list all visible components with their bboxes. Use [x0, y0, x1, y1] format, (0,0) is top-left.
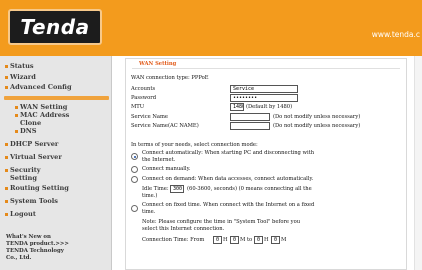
- note-text: Note: Please configure the time in "Syst…: [142, 219, 301, 225]
- sidebar-item-system-tools[interactable]: System Tools: [10, 197, 58, 205]
- bullet-icon: [5, 76, 8, 79]
- hour-unit-label-2: H: [264, 237, 269, 243]
- sidebar-item-dns[interactable]: DNS: [20, 127, 37, 135]
- idle-time-label: Idle Time:: [142, 186, 169, 192]
- password-label: Password: [131, 95, 157, 101]
- company-suffix: Co., Ltd.: [6, 255, 32, 261]
- mode-auto-radio[interactable]: [131, 153, 138, 160]
- ac-name-label: Service Name(AC NAME): [131, 123, 199, 129]
- sidebar-item-dhcp-server[interactable]: DHCP Server: [10, 140, 58, 148]
- bullet-icon: [5, 200, 8, 203]
- sidebar-item-mac-clone[interactable]: Clone: [20, 119, 41, 127]
- mode-manual-radio[interactable]: [131, 166, 138, 173]
- sidebar-item-security[interactable]: Security: [10, 166, 41, 174]
- mode-fixed-time-radio[interactable]: [131, 205, 138, 212]
- connection-time-label: Connection Time: From: [142, 237, 205, 243]
- minute-unit-label: M: [281, 237, 287, 243]
- bullet-icon: [5, 169, 8, 172]
- end-hour-input[interactable]: 0: [254, 236, 263, 244]
- service-name-hint: (Do not modify unless necessary): [273, 114, 361, 120]
- bullet-icon: [15, 130, 18, 133]
- wan-setting-panel: WAN Setting WAN connection type: PPPoE A…: [125, 58, 407, 270]
- minute-to-label: M to: [240, 237, 253, 243]
- mtu-label: MTU: [131, 104, 145, 110]
- bullet-icon: [15, 114, 18, 117]
- idle-time-input[interactable]: 300: [170, 185, 184, 193]
- ac-name-input[interactable]: [230, 122, 270, 130]
- note-text-cont: select this Internet connection.: [142, 226, 225, 232]
- start-minute-input[interactable]: 0: [230, 236, 239, 244]
- connection-mode-prompt: In terms of your needs, select connectio…: [131, 142, 258, 148]
- sidebar: Status Wizard Advanced Config WAN Settin…: [0, 56, 112, 270]
- hour-unit-label: H: [223, 237, 228, 243]
- bullet-icon: [15, 106, 18, 109]
- sidebar-item-advanced-config[interactable]: Advanced Config: [10, 83, 72, 91]
- mode-auto-label-cont: the Internet.: [142, 157, 176, 163]
- bullet-icon: [5, 86, 8, 89]
- sidebar-item-routing-setting[interactable]: Routing Setting: [10, 184, 69, 192]
- header-bar: Tenda www.tenda.c: [0, 0, 422, 56]
- mtu-hint: (Default by 1480): [246, 104, 293, 110]
- sidebar-item-mac-address[interactable]: MAC Address: [20, 111, 69, 119]
- company-name: TENDA Technology: [6, 248, 64, 254]
- idle-time-hint: (60-3600, seconds) (0 means connecting a…: [187, 186, 312, 192]
- title-divider: [132, 68, 400, 69]
- sidebar-item-virtual-server[interactable]: Virtual Server: [10, 153, 62, 161]
- scrollbar[interactable]: [414, 56, 422, 270]
- mtu-input[interactable]: 1480: [230, 103, 244, 111]
- sidebar-item-status[interactable]: Status: [10, 62, 34, 70]
- bullet-icon: [5, 187, 8, 190]
- mode-fixed-time-label-cont: time.: [142, 209, 156, 215]
- accounts-label: Accounts: [131, 86, 156, 92]
- whats-new-link[interactable]: What's New on: [6, 234, 106, 241]
- sidebar-item-wan-setting[interactable]: WAN Setting: [20, 103, 67, 111]
- sidebar-item-wizard[interactable]: Wizard: [10, 73, 36, 81]
- bullet-icon: [5, 156, 8, 159]
- password-input[interactable]: ••••••••: [230, 94, 298, 102]
- site-url-link[interactable]: www.tenda.c: [372, 30, 420, 39]
- mode-auto-label: Connect automatically: When starting PC …: [142, 150, 315, 156]
- mode-on-demand-label: Connect on demand: When data accesses, c…: [142, 176, 314, 182]
- ac-name-hint: (Do not modify unless necessary): [273, 123, 361, 129]
- sidebar-item-security-setting[interactable]: Setting: [10, 174, 37, 182]
- start-hour-input[interactable]: 0: [213, 236, 222, 244]
- idle-time-hint-cont: time.): [142, 193, 158, 199]
- bullet-icon: [5, 213, 8, 216]
- accounts-input[interactable]: Service: [230, 85, 298, 93]
- bullet-icon: [5, 143, 8, 146]
- sidebar-item-logout[interactable]: Logout: [10, 210, 36, 218]
- main-content: WAN Setting WAN connection type: PPPoE A…: [113, 56, 422, 270]
- connection-type-label: WAN connection type: PPPoE: [131, 75, 209, 81]
- tenda-logo[interactable]: Tenda: [8, 9, 102, 45]
- service-name-label: Service Name: [131, 114, 168, 120]
- service-name-input[interactable]: [230, 113, 270, 121]
- mode-manual-label: Connect manually.: [142, 166, 191, 172]
- page-title: WAN Setting: [139, 61, 177, 67]
- tenda-product-link[interactable]: TENDA product.>>>: [6, 241, 106, 248]
- selected-section-highlight: [4, 96, 109, 100]
- end-minute-input[interactable]: 0: [271, 236, 280, 244]
- bullet-icon: [5, 65, 8, 68]
- sidebar-footer: What's New on TENDA product.>>> TENDA Te…: [6, 234, 106, 262]
- mode-on-demand-radio[interactable]: [131, 176, 138, 183]
- mode-fixed-time-label: Connect on fixed time. When connect with…: [142, 202, 315, 208]
